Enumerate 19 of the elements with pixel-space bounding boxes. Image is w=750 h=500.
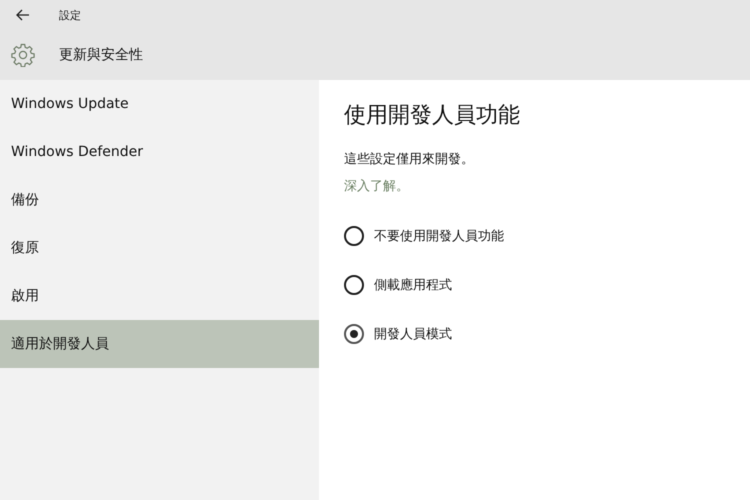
option-label: 不要使用開發人員功能 — [374, 228, 504, 244]
gear-icon — [11, 43, 35, 67]
sidebar-item[interactable]: Windows Update — [0, 80, 319, 128]
page-heading: 使用開發人員功能 — [344, 102, 521, 130]
sidebar-item[interactable]: Windows Defender — [0, 128, 319, 176]
learn-more-link[interactable]: 深入了解。 — [344, 177, 409, 195]
sidebar-item[interactable]: 備份 — [0, 176, 319, 224]
option-label: 開發人員模式 — [374, 326, 452, 342]
description: 這些設定僅用來開發。 — [344, 151, 475, 168]
option-label: 側載應用程式 — [374, 276, 452, 294]
radio-button[interactable] — [344, 226, 364, 246]
back-icon[interactable] — [16, 9, 30, 21]
sidebar-item[interactable]: 啟用 — [0, 272, 319, 320]
radio-button[interactable] — [344, 324, 364, 344]
sidebar-item[interactable]: 適用於開發人員 — [0, 320, 319, 368]
window-title: 設定 — [59, 8, 81, 22]
radio-button[interactable] — [344, 274, 364, 294]
sidebar-item[interactable]: 復原 — [0, 224, 319, 272]
section-title: 更新與安全性 — [59, 46, 143, 64]
